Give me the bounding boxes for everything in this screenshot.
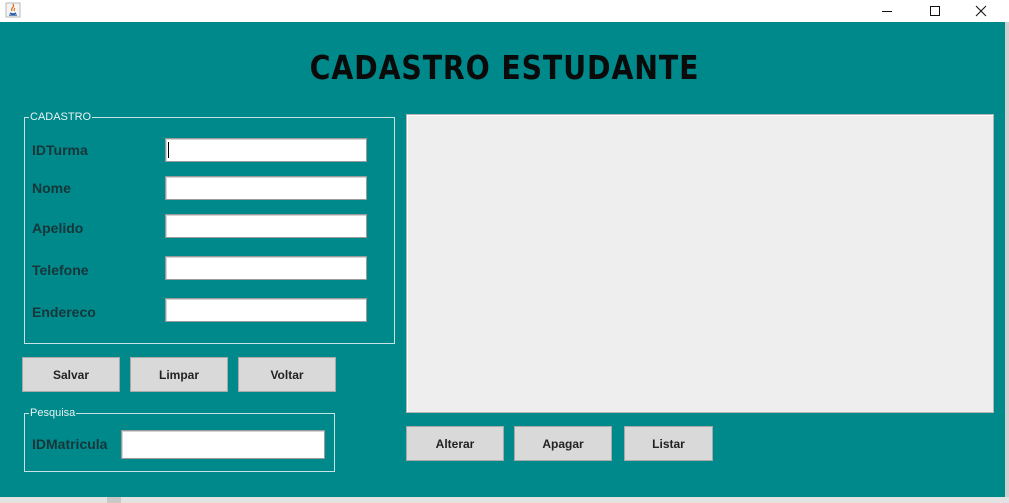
cadastro-legend: CADASTRO [29,111,93,124]
maximize-button[interactable] [912,0,958,22]
close-icon [975,5,987,17]
apelido-input[interactable] [165,214,367,238]
text-cursor [168,142,169,158]
idmatricula-label: IDMatricula [32,436,108,452]
edit-button[interactable]: Alterar [406,426,504,461]
idturma-input[interactable] [165,138,367,162]
maximize-icon [930,6,940,16]
list-button[interactable]: Listar [624,426,713,461]
page-title: CADASTRO ESTUDANTE [309,48,700,87]
endereco-label: Endereco [32,304,96,320]
students-table[interactable] [406,114,994,413]
idturma-label: IDTurma [32,142,88,158]
nome-input[interactable] [165,176,367,200]
scrollbar-thumb[interactable] [107,497,121,503]
nome-label: Nome [32,180,71,196]
window-titlebar [0,0,1009,22]
close-button[interactable] [958,0,1004,22]
endereco-input[interactable] [165,298,367,322]
telefone-label: Telefone [32,262,89,278]
idmatricula-input[interactable] [121,430,325,459]
save-button[interactable]: Salvar [22,357,120,392]
telefone-input[interactable] [165,256,367,280]
bottom-scrollbar[interactable] [0,497,1009,503]
back-button[interactable]: Voltar [238,357,336,392]
window-edge [1005,22,1009,497]
apelido-label: Apelido [32,220,84,236]
java-app-icon [5,2,21,18]
minimize-icon [882,11,892,12]
clear-button[interactable]: Limpar [130,357,228,392]
delete-button[interactable]: Apagar [514,426,612,461]
minimize-button[interactable] [864,0,910,22]
pesquisa-legend: Pesquisa [29,407,77,420]
